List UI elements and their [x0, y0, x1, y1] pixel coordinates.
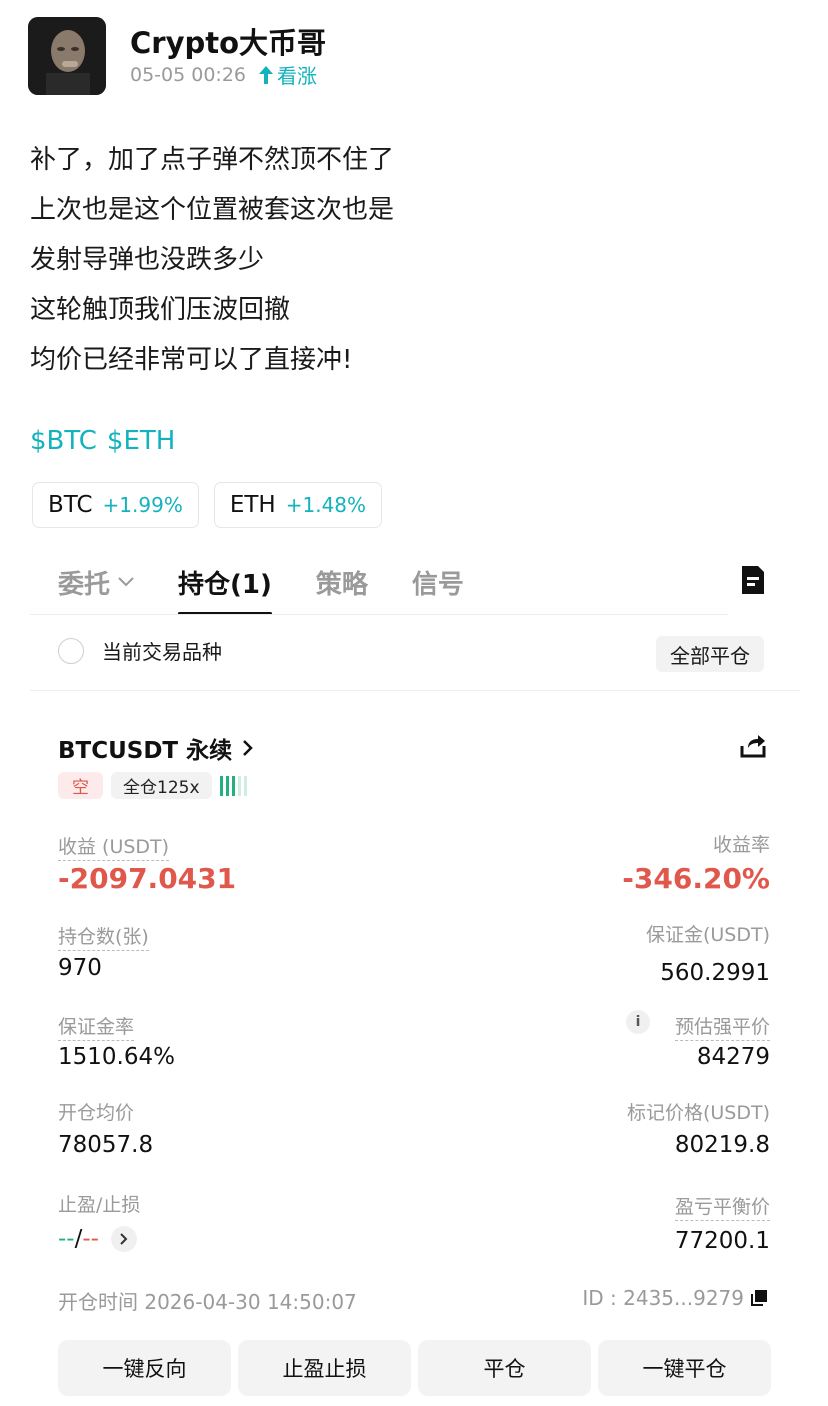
entry-price-label: 开仓均价 — [58, 1102, 135, 1124]
liquidation-price-label: 预估强平价 — [674, 1012, 770, 1041]
sentiment-badge: 看涨 — [258, 60, 317, 89]
info-icon[interactable]: i — [626, 1010, 650, 1034]
position-id[interactable]: ID : 2435...9279 — [582, 1286, 768, 1310]
position-actions: 一键反向 止盈止损 平仓 一键平仓 — [58, 1340, 771, 1396]
close-position-button[interactable]: 平仓 — [418, 1340, 591, 1396]
share-icon[interactable] — [738, 732, 768, 760]
post-line: 补了，加了点子弹不然顶不住了 — [30, 145, 395, 175]
size-label: 持仓数(张) — [58, 922, 149, 951]
position-id-text: ID : 2435...9279 — [582, 1286, 744, 1310]
breakeven-label: 盈亏平衡价 — [674, 1192, 770, 1221]
post-line: 均价已经非常可以了直接冲! — [30, 345, 353, 375]
post-line: 上次也是这个位置被套这次也是 — [30, 195, 395, 225]
divider — [30, 690, 800, 691]
mark-price-value: 80219.8 — [674, 1132, 770, 1158]
position-symbol[interactable]: BTCUSDT 永续 — [58, 731, 254, 765]
document-icon[interactable] — [740, 564, 766, 596]
tab-orders[interactable]: 委托 — [58, 560, 134, 604]
tpsl-values[interactable]: -- / -- — [58, 1226, 137, 1252]
tabs-divider — [30, 614, 728, 615]
ticker-change: +1.99% — [102, 493, 183, 517]
take-profit-value: -- — [58, 1226, 75, 1252]
post-meta: 05-05 00:26 看涨 — [130, 60, 317, 89]
side-badge: 空 — [58, 772, 103, 799]
post-time: 05-05 00:26 — [130, 63, 247, 86]
ticker-symbol: ETH — [229, 492, 276, 518]
margin-ratio-label: 保证金率 — [58, 1012, 135, 1041]
hashtags: $BTC $ETH — [30, 426, 185, 456]
post-line: 这轮触顶我们压波回撤 — [30, 295, 291, 325]
entry-price-value: 78057.8 — [58, 1132, 154, 1158]
risk-level-bars — [219, 775, 247, 796]
tab-label: 委托 — [58, 569, 111, 600]
author-name[interactable]: Crypto大币哥 — [130, 20, 326, 62]
tab-signal[interactable]: 信号 — [412, 560, 464, 604]
ticker-symbol: BTC — [48, 492, 93, 518]
tpsl-edit-button[interactable] — [110, 1226, 137, 1252]
bullish-arrow-icon — [259, 65, 274, 84]
symbol-label: BTCUSDT 永续 — [58, 738, 233, 764]
avatar[interactable] — [28, 17, 106, 95]
close-all-button[interactable]: 全部平仓 — [656, 636, 764, 672]
pnl-label: 收益 (USDT) — [58, 832, 170, 861]
margin-label: 保证金(USDT) — [645, 924, 770, 946]
pnl-value: -2097.0431 — [58, 862, 237, 895]
position-badges: 空 全仓125x — [58, 772, 247, 799]
tab-label: 持仓(1) — [178, 569, 272, 600]
quick-close-button[interactable]: 一键平仓 — [598, 1340, 771, 1396]
roe-label: 收益率 — [712, 834, 770, 856]
size-value: 970 — [58, 955, 102, 981]
chevron-right-icon — [243, 740, 253, 756]
tab-label: 策略 — [315, 569, 368, 600]
tab-strategy[interactable]: 策略 — [316, 560, 368, 604]
ticker-change: +1.48% — [285, 493, 367, 517]
sentiment-label: 看涨 — [277, 64, 318, 88]
breakeven-value: 77200.1 — [674, 1228, 770, 1254]
tag-eth[interactable]: $ETH — [107, 426, 175, 456]
chevron-right-icon — [120, 1233, 128, 1245]
filter-label: 当前交易品种 — [102, 640, 222, 664]
post-body: 补了，加了点子弹不然顶不住了 上次也是这个位置被套这次也是 发射导弹也没跌多少 … — [30, 135, 394, 385]
tag-btc[interactable]: $BTC — [30, 426, 97, 456]
open-time: 开仓时间 2026-04-30 14:50:07 — [58, 1290, 357, 1314]
copy-icon[interactable] — [750, 1289, 768, 1307]
position-tabs: 委托 持仓(1) 策略 信号 — [58, 560, 508, 615]
chevron-down-icon — [118, 577, 134, 587]
margin-value: 560.2991 — [660, 960, 770, 986]
mark-price-label: 标记价格(USDT) — [626, 1102, 770, 1124]
roe-value: -346.20% — [622, 862, 770, 895]
filter-radio[interactable] — [58, 637, 84, 664]
ticker-chip-eth[interactable]: ETH +1.48% — [213, 482, 383, 528]
current-symbol-filter[interactable]: 当前交易品种 — [58, 636, 222, 665]
post-line: 发射导弹也没跌多少 — [30, 245, 265, 275]
stop-loss-value: -- — [82, 1226, 99, 1252]
tab-positions[interactable]: 持仓(1) — [178, 560, 272, 615]
tpsl-button[interactable]: 止盈止损 — [238, 1340, 411, 1396]
ticker-chips: BTC +1.99% ETH +1.48% — [32, 482, 383, 528]
reverse-position-button[interactable]: 一键反向 — [58, 1340, 231, 1396]
margin-ratio-value: 1510.64% — [58, 1044, 175, 1070]
ticker-chip-btc[interactable]: BTC +1.99% — [32, 482, 199, 528]
liquidation-price-value: 84279 — [696, 1044, 770, 1070]
tab-label: 信号 — [411, 569, 464, 600]
tpsl-label: 止盈/止损 — [58, 1194, 141, 1216]
leverage-badge: 全仓125x — [111, 772, 212, 799]
